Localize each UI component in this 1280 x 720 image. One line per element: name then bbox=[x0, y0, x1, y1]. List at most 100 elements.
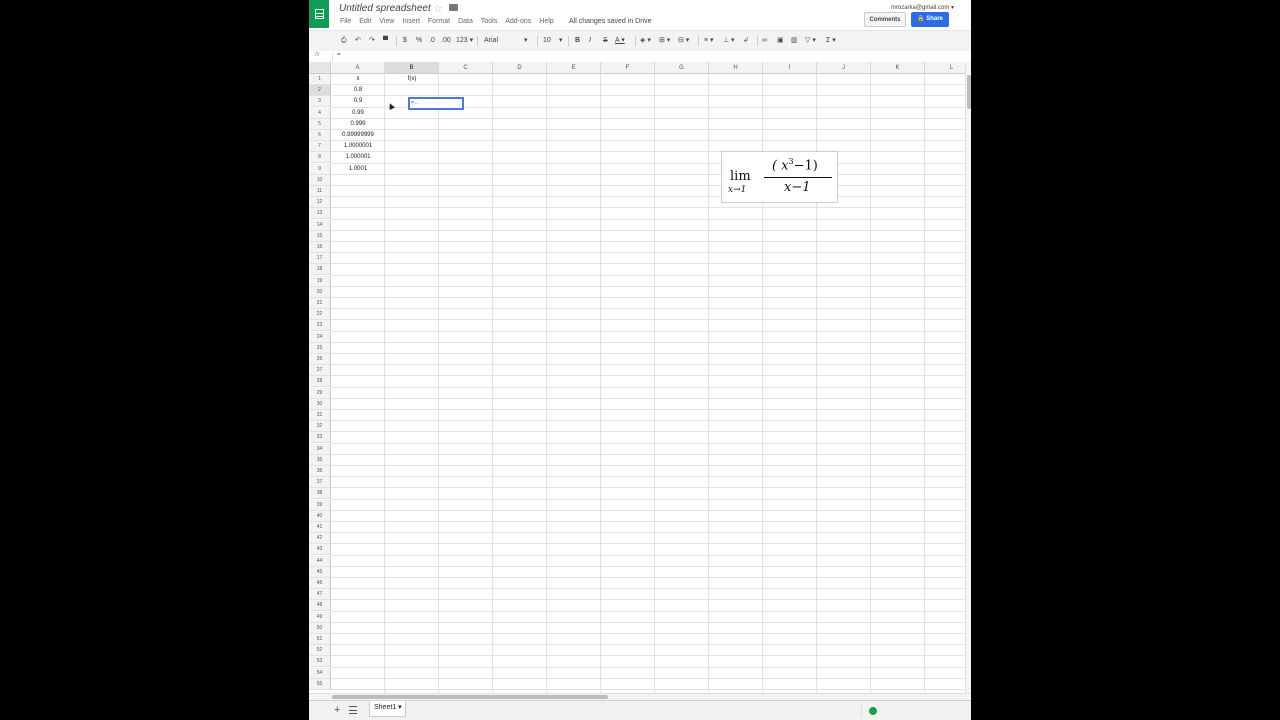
cell-a3[interactable]: 0.9 bbox=[331, 96, 385, 107]
row-header[interactable]: 32 bbox=[309, 421, 331, 433]
plus-icon[interactable]: + bbox=[334, 704, 340, 716]
row-header[interactable]: 46 bbox=[309, 578, 331, 589]
currency-button[interactable]: $ bbox=[403, 36, 407, 46]
row-header[interactable]: 14 bbox=[309, 219, 331, 231]
column-header-i[interactable]: I bbox=[763, 62, 817, 74]
star-icon[interactable]: ☆ bbox=[433, 2, 443, 15]
print-icon[interactable]: ⎙ bbox=[341, 36, 347, 46]
more-formats-button[interactable]: 123 ▾ bbox=[456, 36, 473, 46]
italic-button[interactable]: I bbox=[589, 36, 591, 46]
row-header[interactable]: 27 bbox=[309, 365, 331, 377]
sheets-logo-icon[interactable] bbox=[309, 0, 329, 28]
functions-button[interactable]: Σ ▾ bbox=[826, 36, 836, 46]
row-header[interactable]: 50 bbox=[309, 622, 331, 634]
redo-icon[interactable]: ↷ bbox=[369, 36, 375, 46]
select-all-corner[interactable] bbox=[309, 62, 331, 74]
row-header[interactable]: 52 bbox=[309, 645, 331, 657]
row-header[interactable]: 37 bbox=[309, 477, 331, 489]
menu-data[interactable]: Data bbox=[458, 18, 473, 28]
comments-button[interactable]: Comments bbox=[864, 12, 906, 27]
row-header[interactable]: 29 bbox=[309, 387, 331, 399]
sheet-tab[interactable]: Sheet1 ▾ bbox=[369, 701, 406, 717]
row-header[interactable]: 39 bbox=[309, 499, 331, 511]
row-header[interactable]: 16 bbox=[309, 242, 331, 253]
chart-icon[interactable]: ▥ bbox=[791, 36, 798, 46]
row-header[interactable]: 18 bbox=[309, 264, 331, 276]
row-header[interactable]: 10 bbox=[309, 174, 331, 186]
row-header[interactable]: 33 bbox=[309, 432, 331, 444]
row-header[interactable]: 20 bbox=[309, 286, 331, 298]
cell-a7[interactable]: 1.0000001 bbox=[331, 141, 385, 152]
column-header-g[interactable]: G bbox=[655, 62, 709, 74]
filter-icon[interactable]: ▽ ▾ bbox=[805, 36, 816, 46]
fill-color-icon[interactable]: ◈ ▾ bbox=[640, 36, 651, 46]
row-header[interactable]: 19 bbox=[309, 275, 331, 287]
column-header-e[interactable]: E bbox=[547, 62, 601, 74]
menu-edit[interactable]: Edit bbox=[359, 18, 371, 28]
horizontal-align-icon[interactable]: ≡ ▾ bbox=[704, 36, 714, 46]
cell-a4[interactable]: 0.99 bbox=[331, 108, 385, 119]
menu-addons[interactable]: Add-ons bbox=[505, 18, 531, 28]
row-header[interactable]: 26 bbox=[309, 354, 331, 365]
row-header[interactable]: 55 bbox=[309, 678, 331, 690]
vertical-scrollbar[interactable] bbox=[965, 63, 971, 694]
font-select[interactable]: Arial ▾ bbox=[484, 36, 530, 46]
column-header-c[interactable]: C bbox=[439, 62, 493, 74]
row-header[interactable]: 7 bbox=[309, 141, 331, 153]
merge-cells-icon[interactable]: ⊟ ▾ bbox=[678, 36, 689, 46]
percent-button[interactable]: % bbox=[416, 36, 422, 46]
comment-icon[interactable]: ▣ bbox=[777, 36, 784, 46]
row-header[interactable]: 23 bbox=[309, 320, 331, 332]
row-header[interactable]: 22 bbox=[309, 309, 331, 321]
row-header[interactable]: 24 bbox=[309, 331, 331, 343]
cell-a9[interactable]: 1.0001 bbox=[331, 164, 385, 175]
row-header[interactable]: 21 bbox=[309, 298, 331, 309]
cell-a1[interactable]: x bbox=[331, 74, 385, 85]
row-header[interactable]: 5 bbox=[309, 118, 331, 130]
limit-formula-image[interactable]: lim x→1 ( x3−1) x−1 bbox=[721, 151, 838, 203]
vertical-align-icon[interactable]: ⊥ ▾ bbox=[723, 36, 735, 46]
active-cell-editor[interactable]: =... bbox=[408, 97, 464, 110]
bold-button[interactable]: B bbox=[575, 36, 580, 46]
row-header[interactable]: 36 bbox=[309, 466, 331, 477]
cell-b1[interactable]: f(x) bbox=[385, 74, 439, 85]
row-header[interactable]: 45 bbox=[309, 566, 331, 578]
row-header[interactable]: 28 bbox=[309, 376, 331, 388]
row-header[interactable]: 51 bbox=[309, 634, 331, 645]
cell-a5[interactable]: 0.999 bbox=[331, 119, 385, 130]
row-header[interactable]: 47 bbox=[309, 589, 331, 601]
row-header[interactable]: 30 bbox=[309, 398, 331, 410]
row-header[interactable]: 54 bbox=[309, 667, 331, 679]
row-header[interactable]: 8 bbox=[309, 152, 331, 164]
row-header[interactable]: 38 bbox=[309, 488, 331, 500]
cell-a2[interactable]: 0.8 bbox=[331, 85, 385, 96]
cell-a6[interactable]: 0.99999999 bbox=[331, 130, 385, 141]
text-wrap-icon[interactable]: ↲ bbox=[743, 36, 749, 46]
row-header[interactable]: 11 bbox=[309, 186, 331, 197]
undo-icon[interactable]: ↶ bbox=[355, 36, 361, 46]
text-color-button[interactable]: A ▾ bbox=[615, 36, 625, 46]
borders-icon[interactable]: ⊞ ▾ bbox=[659, 36, 670, 46]
menu-format[interactable]: Format bbox=[428, 18, 450, 28]
column-header-a[interactable]: A bbox=[331, 62, 385, 74]
row-header[interactable]: 35 bbox=[309, 454, 331, 466]
column-header-d[interactable]: D bbox=[493, 62, 547, 74]
row-header[interactable]: 9 bbox=[309, 163, 331, 175]
row-header[interactable]: 49 bbox=[309, 611, 331, 623]
row-header[interactable]: 13 bbox=[309, 208, 331, 220]
row-header[interactable]: 6 bbox=[309, 130, 331, 141]
share-button[interactable]: 🔒 Share bbox=[911, 12, 949, 27]
column-header-b[interactable]: B bbox=[385, 62, 439, 74]
row-header[interactable]: 15 bbox=[309, 230, 331, 242]
decrease-decimal-button[interactable]: .0 bbox=[429, 36, 435, 46]
row-header[interactable]: 4 bbox=[309, 107, 331, 119]
menu-tools[interactable]: Tools bbox=[481, 18, 497, 28]
row-header[interactable]: 41 bbox=[309, 522, 331, 533]
row-header[interactable]: 2 bbox=[309, 85, 331, 97]
row-header[interactable]: 40 bbox=[309, 510, 331, 522]
row-header[interactable]: 1 bbox=[309, 74, 331, 85]
increase-decimal-button[interactable]: .00 bbox=[441, 36, 451, 46]
column-header-h[interactable]: H bbox=[709, 62, 763, 74]
menu-view[interactable]: View bbox=[379, 18, 394, 28]
list-icon[interactable] bbox=[349, 706, 357, 714]
